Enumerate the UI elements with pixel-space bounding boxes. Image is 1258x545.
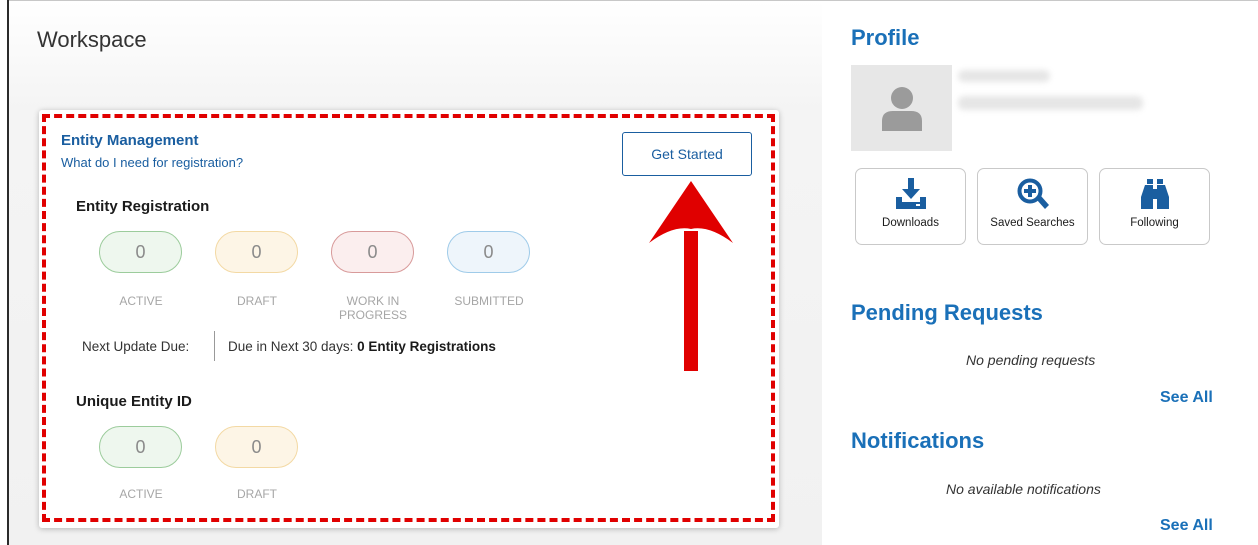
get-started-button[interactable]: Get Started [622, 132, 752, 176]
uei-draft-label: DRAFT [237, 487, 277, 501]
notifications-title: Notifications [851, 428, 985, 453]
registration-draft-count[interactable]: 0 [215, 231, 298, 273]
avatar [851, 65, 952, 151]
registration-draft-label: DRAFT [237, 294, 277, 308]
following-tile[interactable]: Following [1099, 168, 1210, 245]
entity-registration-title: Entity Registration [76, 198, 210, 215]
unique-entity-id-title: Unique Entity ID [76, 393, 192, 410]
profile-email-redacted [958, 96, 1143, 110]
registration-wip-count[interactable]: 0 [331, 231, 414, 273]
uei-active-label: ACTIVE [119, 487, 163, 501]
pending-requests-title: Pending Requests [851, 300, 1043, 325]
due-next-30-days: Due in Next 30 days: 0 Entity Registrati… [228, 339, 496, 354]
uei-active-count[interactable]: 0 [99, 426, 182, 468]
saved-searches-label: Saved Searches [990, 217, 1075, 229]
uei-draft-count[interactable]: 0 [215, 426, 298, 468]
registration-submitted-count[interactable]: 0 [447, 231, 530, 273]
profile-title: Profile [851, 25, 920, 50]
next-update-due: Next Update Due: [82, 339, 190, 354]
registration-requirements-link[interactable]: What do I need for registration? [61, 155, 243, 170]
notifications-empty-message: No available notifications [946, 481, 1101, 497]
wip-label-line1: WORK IN [346, 294, 400, 308]
notifications-see-all-link[interactable]: See All [1160, 517, 1213, 535]
red-arrow-icon [649, 181, 733, 371]
binoculars-icon [1140, 179, 1169, 209]
due-prefix: Due in Next 30 days: [228, 339, 354, 354]
search-plus-icon [1017, 178, 1049, 209]
profile-name-redacted [958, 70, 1050, 82]
workspace-title: Workspace [37, 27, 147, 52]
saved-searches-tile[interactable]: Saved Searches [977, 168, 1088, 245]
pending-empty-message: No pending requests [966, 352, 1096, 368]
registration-active-label: ACTIVE [119, 294, 163, 308]
due-value[interactable]: 0 Entity Registrations [357, 339, 496, 354]
user-silhouette-icon [881, 87, 922, 131]
download-icon [895, 178, 926, 209]
card-title[interactable]: Entity Management [61, 132, 199, 149]
registration-submitted-label: SUBMITTED [454, 294, 524, 308]
following-label: Following [1130, 217, 1179, 229]
wip-label-line2: PROGRESS [338, 308, 407, 322]
registration-active-count[interactable]: 0 [99, 231, 182, 273]
registration-wip-label: WORK IN PROGRESS [323, 294, 423, 322]
downloads-tile[interactable]: Downloads [855, 168, 966, 245]
vertical-divider [214, 331, 215, 361]
workspace-panel: Workspace Entity Management What do I ne… [9, 1, 822, 545]
downloads-label: Downloads [882, 217, 939, 229]
pending-see-all-link[interactable]: See All [1160, 389, 1213, 407]
